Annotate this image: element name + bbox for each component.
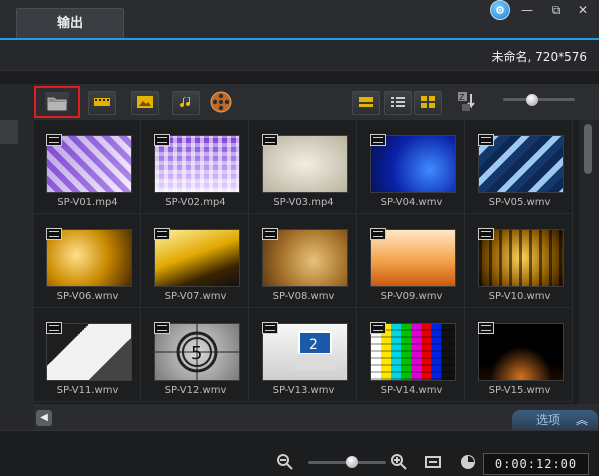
bottom-toolbar: 0:00:12:00 bbox=[0, 430, 599, 476]
project-info-bar: 未命名, 720*576 bbox=[0, 40, 599, 70]
left-panel-edge bbox=[0, 84, 35, 434]
svg-text:Z: Z bbox=[459, 93, 465, 102]
library-item[interactable]: SP-V01.mp4 bbox=[34, 120, 141, 214]
help-icon[interactable] bbox=[490, 0, 510, 20]
svg-text:5: 5 bbox=[191, 343, 202, 364]
library-item[interactable]: SP-V07.wmv bbox=[142, 214, 249, 308]
video-clip-icon bbox=[478, 134, 494, 146]
import-folder-button[interactable] bbox=[34, 86, 80, 118]
clip-label: SP-V04.wmv bbox=[380, 197, 443, 208]
video-clip-icon bbox=[478, 322, 494, 334]
image-filter-icon bbox=[137, 96, 153, 108]
library-vertical-scrollbar[interactable] bbox=[579, 120, 599, 404]
video-clip-icon bbox=[262, 322, 278, 334]
image-filter-button[interactable] bbox=[131, 91, 159, 115]
clip-label: SP-V11.wmv bbox=[56, 385, 119, 396]
fit-to-window-icon[interactable] bbox=[424, 453, 442, 471]
view-list-button[interactable] bbox=[384, 91, 412, 115]
library-item[interactable]: SP-V06.wmv bbox=[34, 214, 141, 308]
svg-text:2: 2 bbox=[309, 337, 318, 353]
view-list-icon bbox=[391, 97, 405, 107]
clip-label: SP-V08.wmv bbox=[272, 291, 335, 302]
sort-button[interactable]: Z bbox=[456, 90, 480, 114]
audio-filter-button[interactable] bbox=[172, 91, 200, 115]
video-clip-icon bbox=[46, 322, 62, 334]
close-icon[interactable]: ✕ bbox=[575, 2, 591, 18]
library-item[interactable]: SP-V03.mp4 bbox=[250, 120, 357, 214]
audio-filter-icon bbox=[180, 97, 191, 108]
thumbnail-size-slider-knob[interactable] bbox=[526, 94, 538, 106]
chevron-up-icon: ︽ bbox=[575, 413, 588, 427]
options-tab[interactable]: 选项 ︽ bbox=[512, 410, 598, 430]
video-clip-icon bbox=[370, 322, 386, 334]
library-item[interactable]: 5 SP-V12.wmv bbox=[142, 308, 249, 402]
clip-label: SP-V14.wmv bbox=[380, 385, 443, 396]
video-filter-button[interactable] bbox=[88, 91, 116, 115]
view-grid-icon bbox=[421, 96, 435, 108]
thumbnail-size-slider[interactable] bbox=[503, 98, 575, 101]
library-item[interactable]: 2 SP-V13.wmv bbox=[250, 308, 357, 402]
clip-label: SP-V06.wmv bbox=[56, 291, 119, 302]
project-info: 未命名, 720*576 bbox=[491, 50, 587, 64]
scroll-left-arrow-icon[interactable]: ◀ bbox=[36, 410, 52, 426]
video-filter-icon bbox=[94, 98, 110, 106]
library-item[interactable]: SP-V05.wmv bbox=[466, 120, 573, 214]
library-grid: SP-V01.mp4 SP-V02.mp4 SP-V03.mp4 SP-V04.… bbox=[34, 120, 579, 404]
video-clip-icon bbox=[154, 322, 170, 334]
folder-icon bbox=[47, 97, 67, 111]
video-clip-icon bbox=[154, 228, 170, 240]
video-clip-icon bbox=[370, 228, 386, 240]
video-clip-icon bbox=[154, 134, 170, 146]
clip-label: SP-V03.mp4 bbox=[273, 197, 334, 208]
library-item[interactable]: SP-V09.wmv bbox=[358, 214, 465, 308]
clip-label: SP-V10.wmv bbox=[488, 291, 551, 302]
view-thumbnail-icon bbox=[359, 97, 373, 107]
tab-output[interactable]: 输出 bbox=[16, 8, 124, 39]
library-item[interactable]: SP-V10.wmv bbox=[466, 214, 573, 308]
view-thumbnail-button[interactable] bbox=[352, 91, 380, 115]
clip-label: SP-V15.wmv bbox=[488, 385, 551, 396]
clip-label: SP-V01.mp4 bbox=[57, 197, 118, 208]
film-reel-button[interactable] bbox=[210, 91, 232, 113]
clip-label: SP-V09.wmv bbox=[380, 291, 443, 302]
library-horizontal-scrollbar: ◀ 选项 ︽ bbox=[34, 404, 599, 430]
clip-label: SP-V05.wmv bbox=[488, 197, 551, 208]
panel-handle[interactable] bbox=[0, 120, 18, 144]
zoom-out-icon[interactable] bbox=[276, 453, 294, 471]
library-toolbar: Z bbox=[34, 84, 599, 120]
sort-icon: Z bbox=[458, 92, 475, 111]
options-tab-label: 选项 bbox=[536, 413, 561, 427]
library-item[interactable]: SP-V14.wmv bbox=[358, 308, 465, 402]
clip-label: SP-V02.mp4 bbox=[165, 197, 226, 208]
minimize-icon[interactable]: — bbox=[519, 2, 535, 18]
zoom-in-icon[interactable] bbox=[390, 453, 408, 471]
video-clip-icon bbox=[46, 134, 62, 146]
timeline-zoom-slider-knob[interactable] bbox=[346, 456, 358, 468]
video-clip-icon bbox=[262, 228, 278, 240]
clock-icon bbox=[459, 453, 477, 471]
library-item[interactable]: SP-V15.wmv bbox=[466, 308, 573, 402]
library-item[interactable]: SP-V04.wmv bbox=[358, 120, 465, 214]
video-clip-icon bbox=[46, 228, 62, 240]
video-clip-icon bbox=[262, 134, 278, 146]
timecode-display[interactable]: 0:00:12:00 bbox=[483, 453, 589, 475]
separator bbox=[0, 70, 599, 85]
clip-label: SP-V12.wmv bbox=[164, 385, 227, 396]
video-clip-icon bbox=[370, 134, 386, 146]
clip-label: SP-V13.wmv bbox=[272, 385, 335, 396]
film-reel-icon bbox=[210, 91, 232, 113]
clip-label: SP-V07.wmv bbox=[164, 291, 227, 302]
video-clip-icon bbox=[478, 228, 494, 240]
view-grid-button[interactable] bbox=[414, 91, 442, 115]
restore-icon[interactable]: ⧉ bbox=[548, 2, 564, 18]
scrollbar-thumb[interactable] bbox=[584, 124, 592, 174]
title-bar: 输出 — ⧉ ✕ bbox=[0, 0, 599, 39]
library-item[interactable]: SP-V11.wmv bbox=[34, 308, 141, 402]
library-item[interactable]: SP-V02.mp4 bbox=[142, 120, 249, 214]
library-item[interactable]: SP-V08.wmv bbox=[250, 214, 357, 308]
